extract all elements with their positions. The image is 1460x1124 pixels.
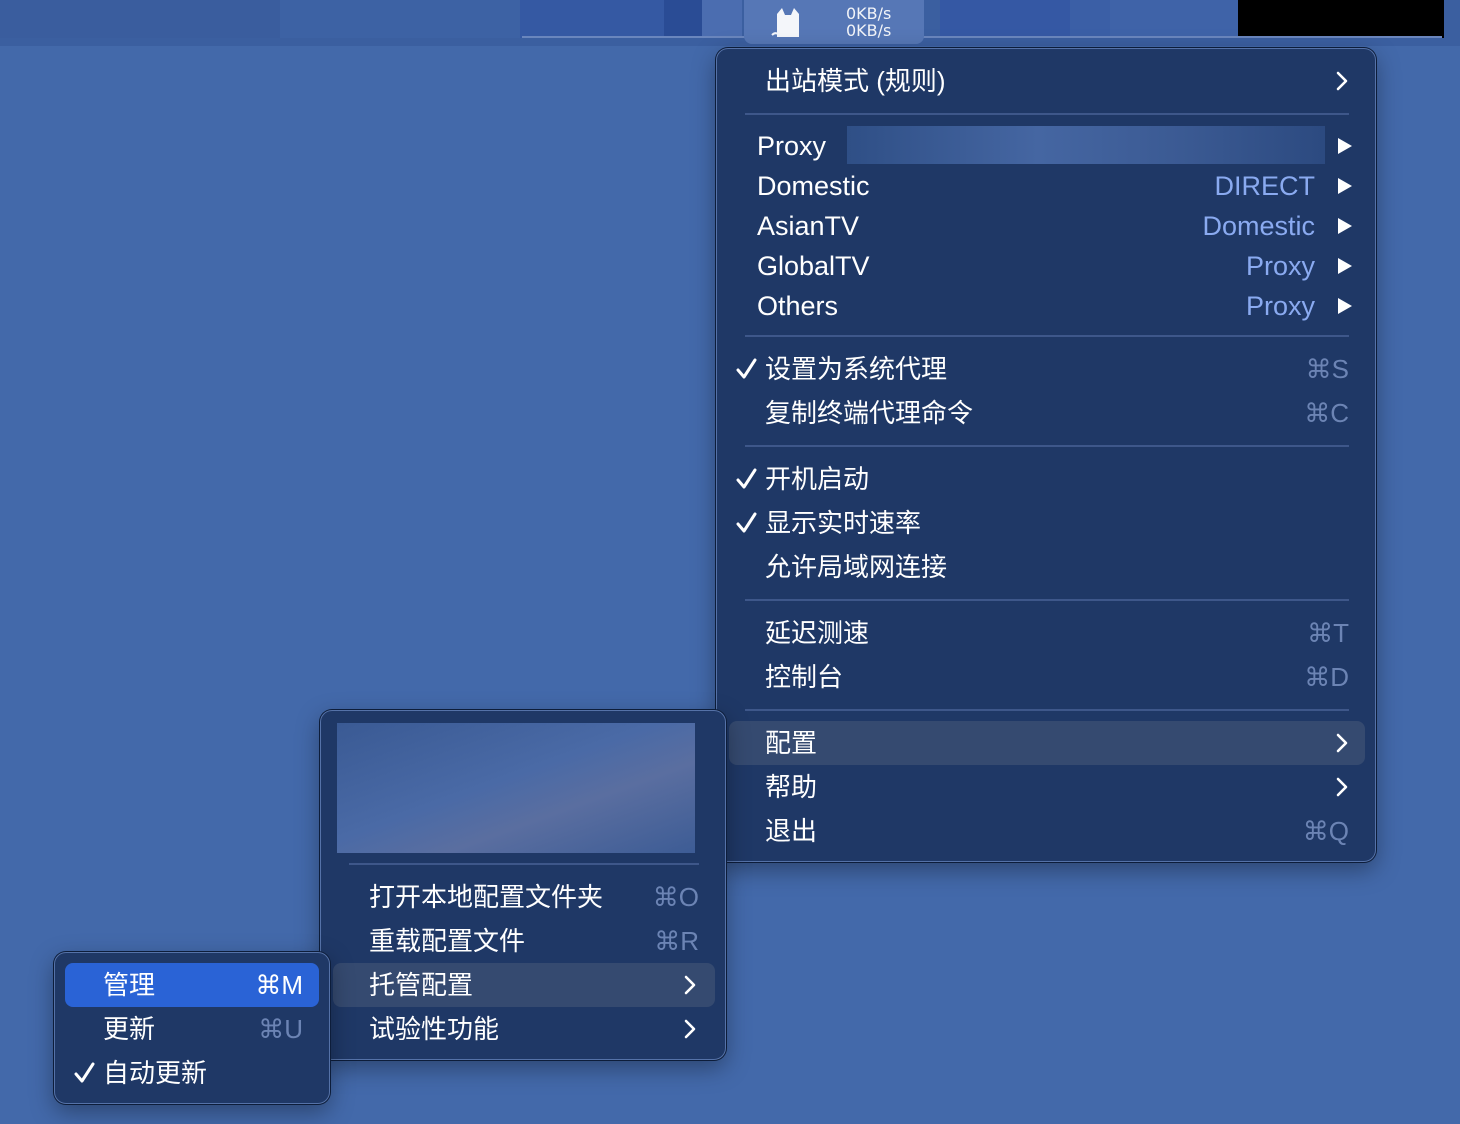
checkmark-icon [74, 1062, 95, 1083]
chevron-right-icon [1336, 71, 1348, 91]
copy-terminal-cmd-label: 复制终端代理命令 [765, 398, 974, 428]
upload-speed: 0KB/s [846, 4, 892, 23]
show-speed-label: 显示实时速率 [765, 508, 922, 538]
menu-item-reload-config[interactable]: 重载配置文件 ⌘R [333, 919, 713, 963]
menubar-black-segment [1238, 0, 1444, 38]
menu-item-auto-update[interactable]: 自动更新 [65, 1051, 319, 1095]
proxy-group-proxy[interactable]: Proxy [729, 124, 1363, 168]
launch-at-login-label: 开机启动 [765, 464, 870, 494]
menu-item-latency-test[interactable]: 延迟测速 ⌘T [729, 611, 1363, 655]
menubar-blur-segment [702, 0, 742, 38]
chevron-right-icon [684, 975, 696, 995]
config-label: 配置 [765, 728, 818, 758]
menubar-underline [522, 36, 1442, 38]
submenu-arrow-icon [1338, 178, 1352, 194]
download-speed: 0KB/s [846, 21, 892, 40]
proxy-selection-redacted [847, 126, 1325, 164]
shortcut-label: ⌘O [652, 882, 699, 912]
managed-config-submenu: 管理 ⌘M 更新 ⌘U 自动更新 [54, 952, 330, 1104]
open-config-folder-label: 打开本地配置文件夹 [369, 882, 604, 912]
menu-item-managed-config[interactable]: 托管配置 [333, 963, 715, 1007]
menu-item-help[interactable]: 帮助 [729, 765, 1363, 809]
shortcut-label: ⌘S [1305, 354, 1349, 384]
manage-label: 管理 [103, 970, 156, 1000]
menu-item-show-speed[interactable]: 显示实时速率 [729, 501, 1363, 545]
main-menu: 出站模式 (规则) Proxy Domestic DIRECT AsianTV … [716, 48, 1376, 862]
proxy-group-name: AsianTV [757, 211, 860, 241]
proxy-group-globaltv[interactable]: GlobalTV Proxy [729, 244, 1363, 288]
menu-item-dashboard[interactable]: 控制台 ⌘D [729, 655, 1363, 699]
proxy-group-value: DIRECT [1214, 171, 1316, 201]
menubar-blur-segment [0, 0, 280, 38]
menu-item-copy-terminal-cmd[interactable]: 复制终端代理命令 ⌘C [729, 391, 1363, 435]
shortcut-label: ⌘R [654, 926, 699, 956]
submenu-arrow-icon [1338, 138, 1352, 154]
menubar-blur-segment [940, 0, 1070, 38]
menu-item-experimental[interactable]: 试验性功能 [333, 1007, 713, 1051]
submenu-arrow-icon [1338, 258, 1352, 274]
auto-update-label: 自动更新 [103, 1058, 208, 1088]
menu-separator [745, 599, 1349, 601]
allow-lan-label: 允许局域网连接 [765, 552, 948, 582]
menu-item-update[interactable]: 更新 ⌘U [65, 1007, 319, 1051]
menu-item-manage[interactable]: 管理 ⌘M [65, 963, 319, 1007]
shortcut-label: ⌘M [255, 970, 303, 1000]
experimental-label: 试验性功能 [369, 1014, 500, 1044]
menu-item-config[interactable]: 配置 [729, 721, 1365, 765]
shortcut-label: ⌘C [1304, 398, 1349, 428]
config-list-redacted [337, 723, 695, 853]
proxy-group-domestic[interactable]: Domestic DIRECT [729, 164, 1363, 208]
help-label: 帮助 [765, 772, 818, 802]
menu-separator [745, 445, 1349, 447]
proxy-group-value: Proxy [1245, 251, 1315, 281]
menubar-blur-segment [1110, 0, 1238, 38]
latency-test-label: 延迟测速 [765, 618, 870, 648]
menubar-blur-segment [520, 0, 664, 38]
menu-item-allow-lan[interactable]: 允许局域网连接 [729, 545, 1363, 589]
menu-separator [745, 335, 1349, 337]
menu-separator [745, 709, 1349, 711]
quit-label: 退出 [765, 816, 818, 846]
checkmark-icon [736, 468, 757, 489]
menu-separator [349, 863, 699, 865]
proxy-group-name: GlobalTV [757, 251, 870, 281]
outbound-mode-label: 出站模式 (规则) [765, 66, 946, 96]
config-submenu: 打开本地配置文件夹 ⌘O 重载配置文件 ⌘R 托管配置 试验性功能 [320, 710, 726, 1060]
reload-config-label: 重载配置文件 [369, 926, 526, 956]
proxy-group-name: Proxy [757, 131, 827, 161]
menubar-blur-segment [664, 0, 702, 38]
menu-item-quit[interactable]: 退出 ⌘Q [729, 809, 1363, 853]
menubar-blur-segment [280, 0, 520, 38]
shortcut-label: ⌘D [1304, 662, 1349, 692]
chevron-right-icon [684, 1019, 696, 1039]
menu-item-set-system-proxy[interactable]: 设置为系统代理 ⌘S [729, 347, 1363, 391]
shortcut-label: ⌘T [1307, 618, 1349, 648]
proxy-group-name: Domestic [757, 171, 870, 201]
managed-config-label: 托管配置 [369, 970, 474, 1000]
menu-separator [745, 113, 1349, 115]
set-system-proxy-label: 设置为系统代理 [765, 354, 948, 384]
dashboard-label: 控制台 [765, 662, 844, 692]
cat-icon [771, 8, 799, 37]
shortcut-label: ⌘Q [1302, 816, 1349, 846]
proxy-group-value: Proxy [1245, 291, 1315, 321]
shortcut-label: ⌘U [258, 1014, 303, 1044]
menu-item-open-config-folder[interactable]: 打开本地配置文件夹 ⌘O [333, 875, 713, 919]
proxy-group-value: Domestic [1202, 211, 1315, 241]
menu-item-launch-at-login[interactable]: 开机启动 [729, 457, 1363, 501]
chevron-right-icon [1336, 777, 1348, 797]
menu-bar: 0KB/s 0KB/s [0, 0, 1460, 46]
chevron-right-icon [1336, 733, 1348, 753]
proxy-group-asiantv[interactable]: AsianTV Domestic [729, 204, 1363, 248]
menu-item-outbound-mode[interactable]: 出站模式 (规则) [729, 59, 1363, 103]
proxy-group-name: Others [757, 291, 839, 321]
menubar-blur-segment [1070, 0, 1110, 38]
proxy-group-others[interactable]: Others Proxy [729, 284, 1363, 328]
submenu-arrow-icon [1338, 218, 1352, 234]
submenu-arrow-icon [1338, 298, 1352, 314]
update-label: 更新 [103, 1014, 156, 1044]
checkmark-icon [736, 512, 757, 533]
checkmark-icon [736, 358, 757, 379]
clashx-status-item[interactable]: 0KB/s 0KB/s [744, 0, 924, 44]
